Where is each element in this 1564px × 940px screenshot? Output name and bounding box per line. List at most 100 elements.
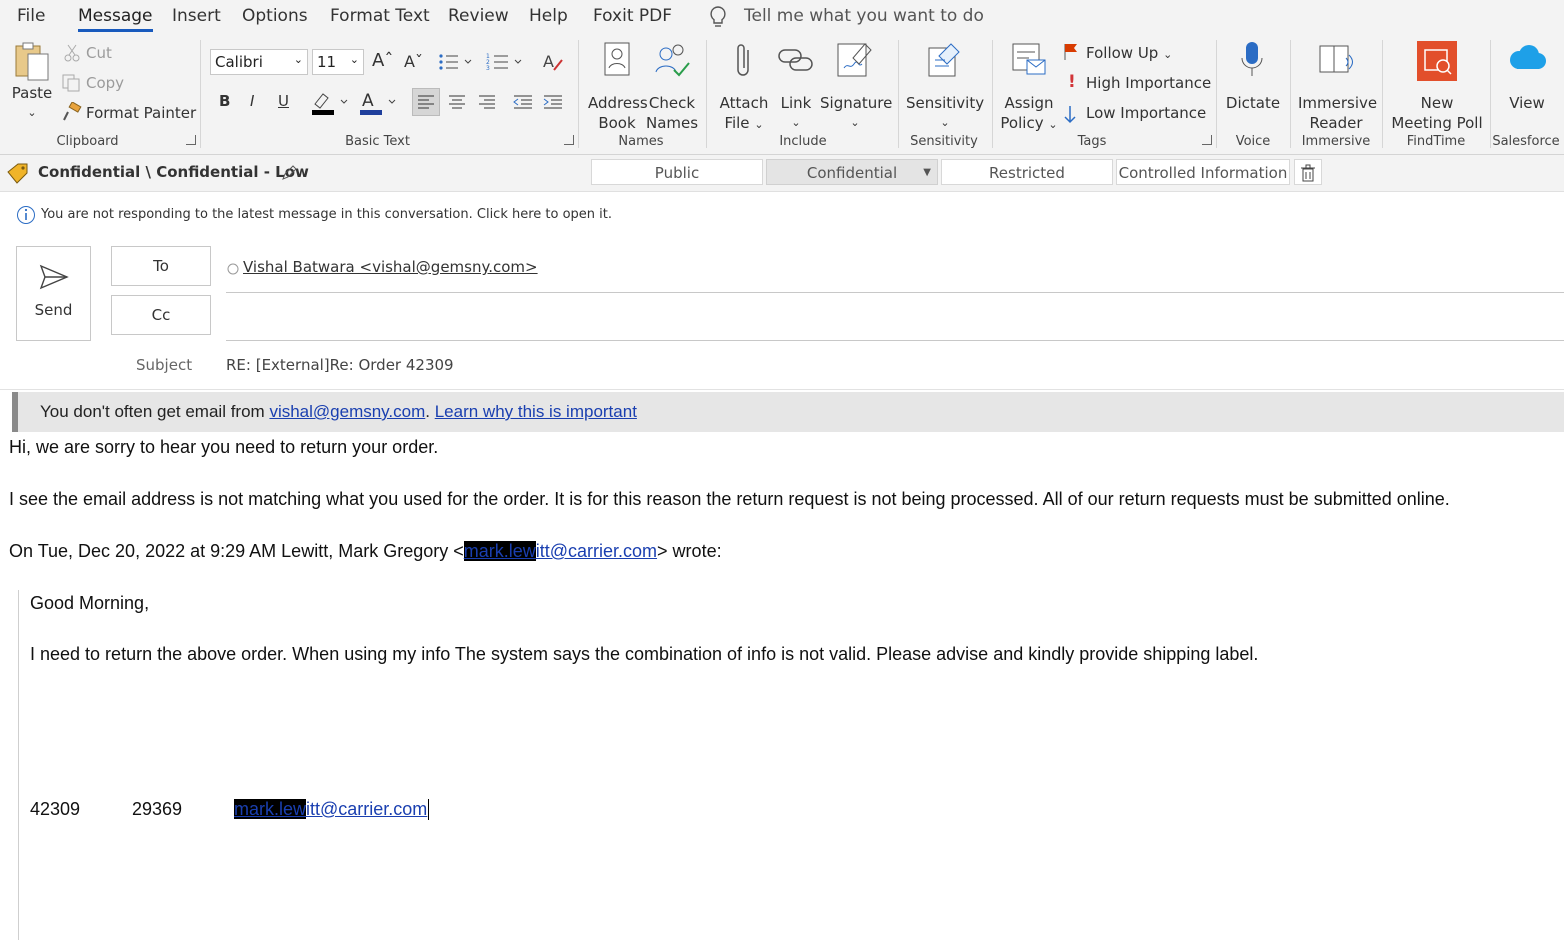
- signature-icon: [835, 43, 875, 84]
- font-name-select[interactable]: Calibri ⌄: [210, 49, 308, 75]
- copy-icon: [62, 74, 80, 96]
- attach-file-button[interactable]: Attach File ⌄: [716, 40, 772, 135]
- align-center-icon[interactable]: [444, 89, 470, 119]
- body-line-2: I see the email address is not matching …: [9, 489, 1450, 509]
- quote-email-link[interactable]: mark.lewitt@carrier.com: [463, 541, 657, 561]
- menu-message[interactable]: Message: [78, 6, 153, 32]
- italic-button[interactable]: I: [250, 92, 254, 110]
- basic-text-launcher-icon[interactable]: [564, 135, 574, 145]
- address-book-button[interactable]: Address Book: [588, 40, 648, 133]
- menu-insert[interactable]: Insert: [172, 6, 221, 26]
- signature-button[interactable]: Signature ⌄: [820, 40, 893, 133]
- shrink-font-icon[interactable]: Aˇ: [404, 52, 423, 71]
- exclamation-icon: !: [1068, 72, 1076, 92]
- menu-options[interactable]: Options: [242, 6, 308, 26]
- font-size-select[interactable]: 11 ⌄: [312, 49, 364, 75]
- link-button[interactable]: Link ⌄: [774, 40, 818, 133]
- cut-button[interactable]: Cut: [86, 44, 112, 62]
- clipboard-launcher-icon[interactable]: [186, 135, 196, 145]
- voice-group-label: Voice: [1235, 134, 1271, 149]
- basic-text-group-label: Basic Text: [345, 134, 410, 149]
- cc-field[interactable]: [226, 304, 1564, 341]
- info-bar-message[interactable]: You are not responding to the latest mes…: [41, 207, 612, 222]
- decrease-indent-icon[interactable]: [510, 89, 536, 119]
- follow-up-button[interactable]: Follow Up ⌄: [1086, 44, 1172, 62]
- cc-button[interactable]: Cc: [111, 295, 211, 335]
- learn-why-link[interactable]: Learn why this is important: [435, 402, 637, 421]
- signature-label: Signature: [820, 94, 893, 112]
- dictate-button[interactable]: Dictate: [1224, 40, 1282, 113]
- align-right-icon[interactable]: [474, 89, 500, 119]
- quote-bar: [18, 590, 19, 940]
- paste-label: Paste: [11, 84, 53, 102]
- names-group-label: Names: [618, 134, 664, 149]
- menu-file[interactable]: File: [17, 6, 45, 26]
- sensitivity-bar: Confidential \ Confidential - Low Public…: [0, 155, 1564, 192]
- send-button[interactable]: Send: [16, 246, 91, 341]
- clear-formatting-icon[interactable]: A: [542, 50, 566, 78]
- underline-button[interactable]: U: [278, 92, 289, 110]
- assign-policy-label-1: Assign: [1004, 94, 1054, 112]
- paste-button[interactable]: Paste ⌄: [8, 40, 56, 123]
- attach-file-label-1: Attach: [719, 94, 769, 112]
- quote-header: On Tue, Dec 20, 2022 at 9:29 AM Lewitt, …: [9, 541, 722, 561]
- format-painter-button[interactable]: Format Painter: [86, 104, 196, 122]
- menu-format-text[interactable]: Format Text: [330, 6, 430, 26]
- grow-font-icon[interactable]: Aˆ: [372, 50, 393, 71]
- clipboard-group-label: Clipboard: [56, 134, 119, 149]
- flag-icon: [1062, 42, 1080, 66]
- sensitivity-controlled-button[interactable]: Controlled Information: [1116, 159, 1290, 185]
- sensitivity-group-label: Sensitivity: [910, 134, 978, 149]
- to-field[interactable]: Vishal Batwara <vishal@gemsny.com>: [226, 256, 1564, 293]
- immersive-group-label: Immersive: [1301, 134, 1371, 149]
- menu-foxit-pdf[interactable]: Foxit PDF: [593, 6, 672, 26]
- sensitivity-confidential-button[interactable]: Confidential ▼: [766, 159, 938, 185]
- address-book-label-1: Address: [588, 94, 648, 112]
- numbering-icon[interactable]: 123: [486, 52, 526, 76]
- zip-code: 29369: [132, 799, 183, 819]
- bold-button[interactable]: B: [219, 92, 230, 110]
- new-meeting-poll-button[interactable]: New Meeting Poll: [1390, 40, 1484, 133]
- tell-me-search[interactable]: Tell me what you want to do: [744, 6, 984, 26]
- format-painter-icon: [62, 101, 82, 126]
- to-button[interactable]: To: [111, 246, 211, 286]
- font-name-value: Calibri: [215, 53, 263, 71]
- menu-help[interactable]: Help: [529, 6, 568, 26]
- align-left-button[interactable]: [412, 88, 440, 116]
- send-label: Send: [34, 301, 73, 319]
- trash-icon[interactable]: [1294, 159, 1322, 185]
- findtime-icon: [1416, 41, 1458, 86]
- check-names-label-1: Check: [648, 94, 696, 112]
- pencil-icon[interactable]: [280, 164, 298, 186]
- findtime-group-label: FindTime: [1406, 134, 1466, 149]
- highlight-icon[interactable]: [310, 90, 350, 120]
- scissors-icon: [64, 44, 80, 66]
- microphone-icon: [1233, 42, 1273, 84]
- assign-policy-button[interactable]: Assign Policy ⌄: [1000, 40, 1058, 135]
- external-sender-link[interactable]: vishal@gemsny.com: [269, 402, 425, 421]
- check-names-button[interactable]: Check Names: [646, 40, 698, 133]
- sensitivity-button[interactable]: Sensitivity ⌄: [906, 40, 984, 133]
- tags-launcher-icon[interactable]: [1202, 135, 1212, 145]
- sensitivity-public-button[interactable]: Public: [591, 159, 763, 185]
- to-recipient[interactable]: Vishal Batwara <vishal@gemsny.com>: [243, 258, 538, 276]
- customer-email-link[interactable]: mark.lewitt@carrier.com: [234, 799, 430, 820]
- sensitivity-restricted-button[interactable]: Restricted: [941, 159, 1113, 185]
- menu-bar: File Message Insert Options Format Text …: [0, 0, 1564, 36]
- copy-button[interactable]: Copy: [86, 74, 124, 92]
- font-color-icon[interactable]: A: [358, 90, 398, 120]
- high-importance-button[interactable]: High Importance: [1086, 74, 1211, 92]
- new-meeting-poll-label-1: New: [1420, 94, 1454, 112]
- salesforce-view-button[interactable]: View: [1500, 40, 1554, 113]
- low-importance-button[interactable]: Low Importance: [1086, 104, 1206, 122]
- salesforce-view-label: View: [1509, 94, 1545, 112]
- svg-text:A: A: [543, 52, 554, 71]
- send-icon: [17, 263, 90, 295]
- bullets-icon[interactable]: [438, 52, 472, 76]
- sensitivity-confidential-label: Confidential: [806, 164, 898, 182]
- immersive-reader-button[interactable]: Immersive Reader: [1298, 40, 1377, 133]
- increase-indent-icon[interactable]: [540, 89, 566, 119]
- down-arrow-icon: [1062, 104, 1078, 128]
- menu-review[interactable]: Review: [448, 6, 509, 26]
- subject-field[interactable]: RE: [External]Re: Order 42309: [226, 356, 454, 374]
